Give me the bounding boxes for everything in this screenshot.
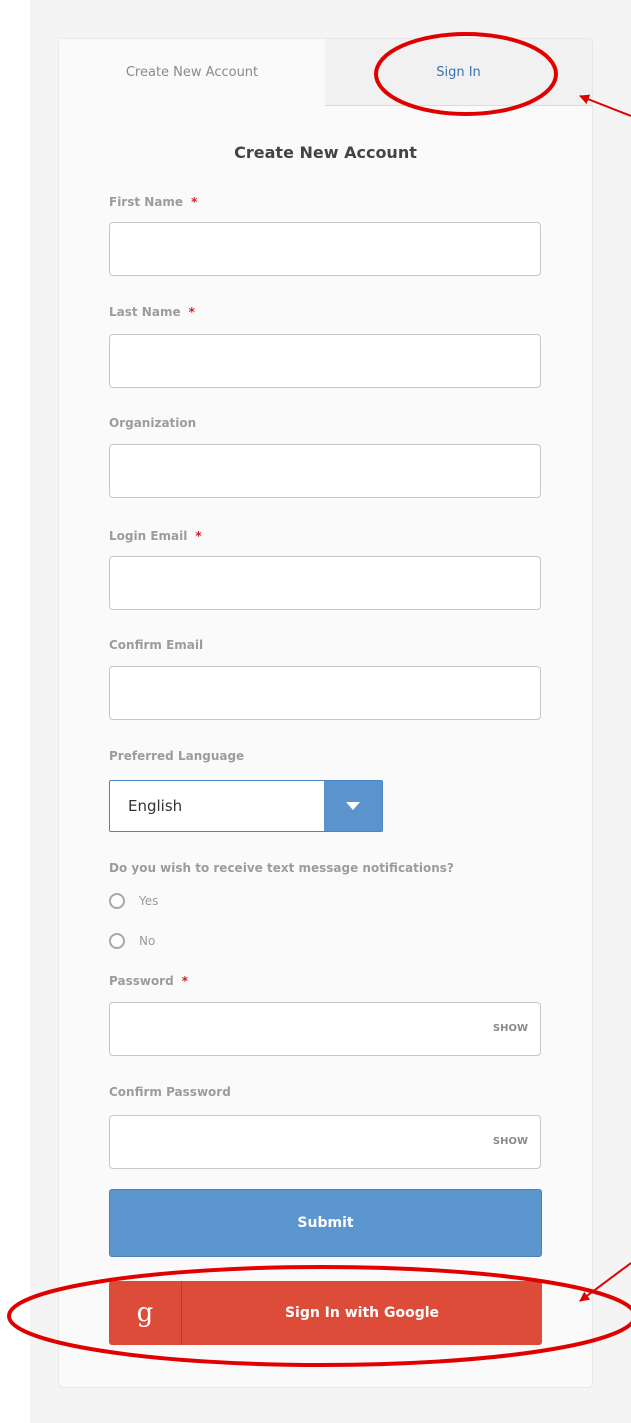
submit-button[interactable]: Submit <box>109 1189 542 1257</box>
account-panel: Create New Account Sign In Create New Ac… <box>58 38 593 1388</box>
tab-create-label: Create New Account <box>125 64 259 80</box>
preferred-language-value: English <box>128 797 183 815</box>
show-password-toggle[interactable]: SHOW <box>493 1023 528 1034</box>
google-sign-in-button[interactable]: g Sign In with Google <box>109 1281 542 1345</box>
password-label: Password * <box>109 974 188 988</box>
confirm-password-field[interactable]: SHOW <box>109 1115 541 1169</box>
password-field[interactable]: SHOW <box>109 1002 541 1056</box>
tab-sign-in[interactable]: Sign In <box>325 39 592 106</box>
chevron-down-icon <box>346 802 360 810</box>
first-name-label: First Name * <box>109 195 198 209</box>
preferred-language-select[interactable]: English <box>109 780 383 832</box>
login-email-label: Login Email * <box>109 529 202 543</box>
google-icon: g <box>109 1281 182 1345</box>
radio-no[interactable] <box>109 933 125 949</box>
radio-yes-label: Yes <box>139 894 159 908</box>
last-name-field[interactable] <box>109 334 541 388</box>
confirm-email-field[interactable] <box>109 666 541 720</box>
preferred-language-label: Preferred Language <box>109 749 245 763</box>
confirm-password-label: Confirm Password <box>109 1085 231 1099</box>
required-marker: * <box>191 195 198 209</box>
sms-option-no[interactable]: No <box>109 933 155 949</box>
google-sign-in-label: Sign In with Google <box>284 1305 440 1321</box>
sms-option-yes[interactable]: Yes <box>109 893 158 909</box>
login-email-field[interactable] <box>109 556 541 610</box>
confirm-email-label: Confirm Email <box>109 638 204 652</box>
first-name-field[interactable] <box>109 222 541 276</box>
form-title: Create New Account <box>234 143 417 162</box>
dropdown-toggle[interactable] <box>324 781 382 831</box>
required-marker: * <box>195 529 202 543</box>
last-name-label: Last Name * <box>109 305 195 319</box>
sms-question: Do you wish to receive text message noti… <box>109 861 454 875</box>
required-marker: * <box>181 974 188 988</box>
tab-create-new-account[interactable]: Create New Account <box>59 39 326 105</box>
required-marker: * <box>188 305 195 319</box>
radio-no-label: No <box>139 934 156 948</box>
tab-sign-in-label: Sign In <box>436 64 481 80</box>
radio-yes[interactable] <box>109 893 125 909</box>
show-confirm-password-toggle[interactable]: SHOW <box>493 1136 528 1147</box>
organization-field[interactable] <box>109 444 541 498</box>
organization-label: Organization <box>109 416 197 430</box>
